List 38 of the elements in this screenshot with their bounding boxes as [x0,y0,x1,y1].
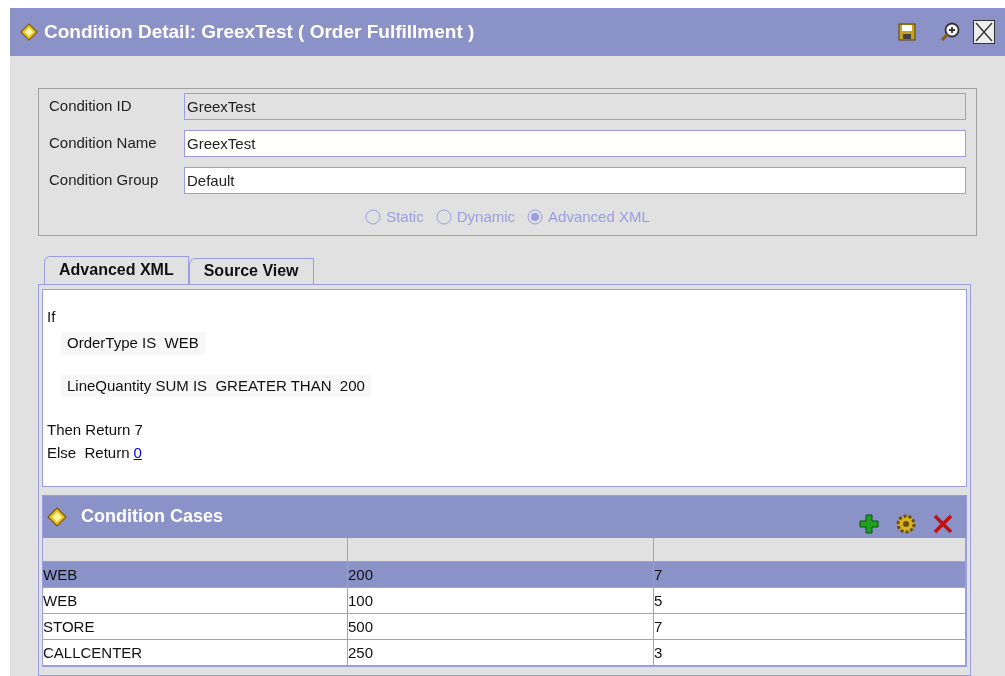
add-icon[interactable] [858,512,880,535]
table-cell: WEB [43,587,348,614]
value-link[interactable]: 0 [133,441,142,464]
field-label: Condition Group [49,170,160,191]
column-header[interactable] [348,537,654,562]
column-header[interactable] [654,537,966,562]
code-line: Else Return [47,442,130,463]
radio-label: Advanced XML [548,207,650,227]
table-cell: 7 [654,613,966,640]
field-label: Condition Name [49,133,158,154]
table-cell: 7 [654,561,966,588]
table-cell: 500 [348,613,654,640]
tab[interactable]: Source View [188,257,314,284]
column-header[interactable] [43,537,348,562]
close-icon[interactable] [973,20,995,44]
zoom-in-icon[interactable] [939,21,961,43]
window-title: Condition Detail: GreexTest ( Order Fulfillment ) [44,19,476,44]
table-cell: STORE [43,613,348,640]
text-field[interactable]: Default [184,167,966,194]
field-label: Condition ID [49,96,133,117]
diamond-icon [47,506,67,527]
table-cell: CALLCENTER [43,639,348,666]
radio-label: Dynamic [456,207,516,227]
code-line: If [47,306,57,327]
table-cell: 5 [654,587,966,614]
table-cell: 100 [348,587,654,614]
save-icon[interactable] [897,22,917,42]
text-field[interactable]: GreexTest [184,130,966,157]
delete-icon[interactable] [932,512,954,535]
table-cell: 200 [348,561,654,588]
diamond-icon [20,23,38,41]
table-cell: 250 [348,639,654,666]
code-line: Then Return 7 [47,420,144,440]
cases-title: Condition Cases [81,505,224,528]
tab[interactable]: Advanced XML [44,255,189,284]
radio-label: Static [386,207,424,227]
table-cell: WEB [43,561,348,588]
table-cell: 3 [654,639,966,666]
